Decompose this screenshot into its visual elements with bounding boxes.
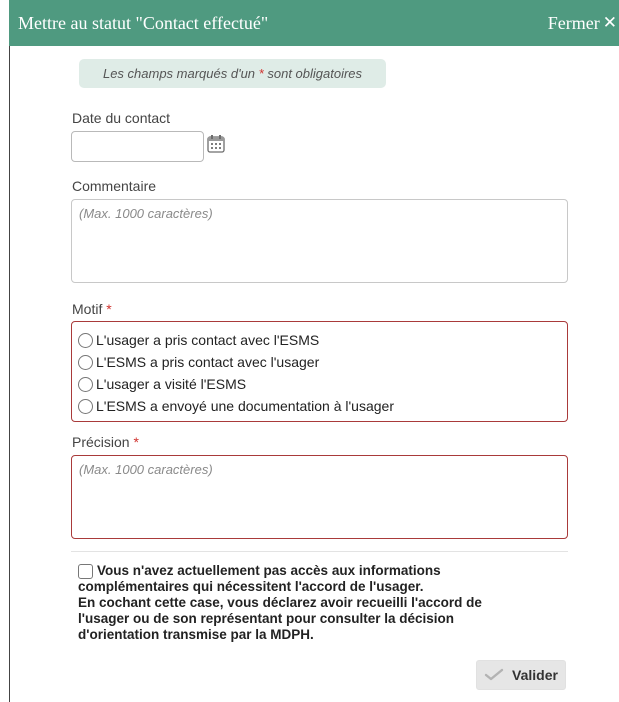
consent-checkbox[interactable] [78,564,93,579]
motif-option-label: L'ESMS a envoyé une documentation à l'us… [96,398,394,414]
close-icon: ✕ [602,13,617,33]
required-note-text-after: sont obligatoires [267,66,363,81]
dialog-header: Mettre au statut "Contact effectué" Ferm… [9,0,619,46]
precision-textarea[interactable] [71,455,568,539]
motif-option-label: L'usager a pris contact avec l'ESMS [96,332,320,348]
precision-required-star: * [133,434,139,450]
precision-label-text: Précision [72,434,130,450]
comment-label: Commentaire [72,178,157,194]
motif-label-text: Motif [72,301,103,317]
motif-option-usager-visite[interactable]: L'usager a visité l'ESMS [78,373,567,395]
required-note-text-before: Les champs marqués d'un [102,66,256,81]
motif-option-usager-contact[interactable]: L'usager a pris contact avec l'ESMS [78,329,567,351]
consent-line-1: Vous n'avez actuellement pas accès aux i… [97,563,441,578]
validate-label: Valider [512,667,558,683]
date-label: Date du contact [72,110,171,126]
validate-button[interactable]: Valider [476,660,566,690]
radio-button[interactable] [78,354,93,370]
close-button[interactable]: Fermer ✕ [548,13,619,34]
consent-block: Vous n'avez actuellement pas accès aux i… [78,563,558,643]
radio-button[interactable] [78,332,93,348]
motif-radio-group: L'usager a pris contact avec l'ESMS L'ES… [71,321,568,422]
consent-line-5: d'orientation transmise par la MDPH. [78,627,314,642]
comment-textarea[interactable] [71,199,568,283]
consent-line-2: complémentaires qui nécessitent l'accord… [78,579,424,594]
motif-label: Motif * [72,301,112,317]
motif-required-star: * [106,301,112,317]
consent-line-4: l'usager ou de son représentant pour con… [78,611,455,626]
motif-option-esms-contact[interactable]: L'ESMS a pris contact avec l'usager [78,351,567,373]
required-fields-note: Les champs marqués d'un * sont obligatoi… [79,59,386,88]
calendar-icon[interactable] [206,134,226,154]
date-input[interactable] [71,131,204,162]
dialog-title: Mettre au statut "Contact effectué" [18,12,269,33]
radio-button[interactable] [78,376,93,392]
checkmark-icon [484,667,504,684]
motif-option-esms-documentation[interactable]: L'ESMS a envoyé une documentation à l'us… [78,395,567,417]
consent-line-3: En cochant cette case, vous déclarez avo… [78,595,482,610]
required-star: * [258,66,264,81]
dialog-left-edge [9,46,10,702]
close-label: Fermer [547,12,600,33]
radio-button[interactable] [78,398,93,414]
divider [71,551,568,552]
motif-option-label: L'ESMS a pris contact avec l'usager [96,354,320,370]
precision-label: Précision * [72,434,139,450]
motif-option-label: L'usager a visité l'ESMS [96,376,247,392]
